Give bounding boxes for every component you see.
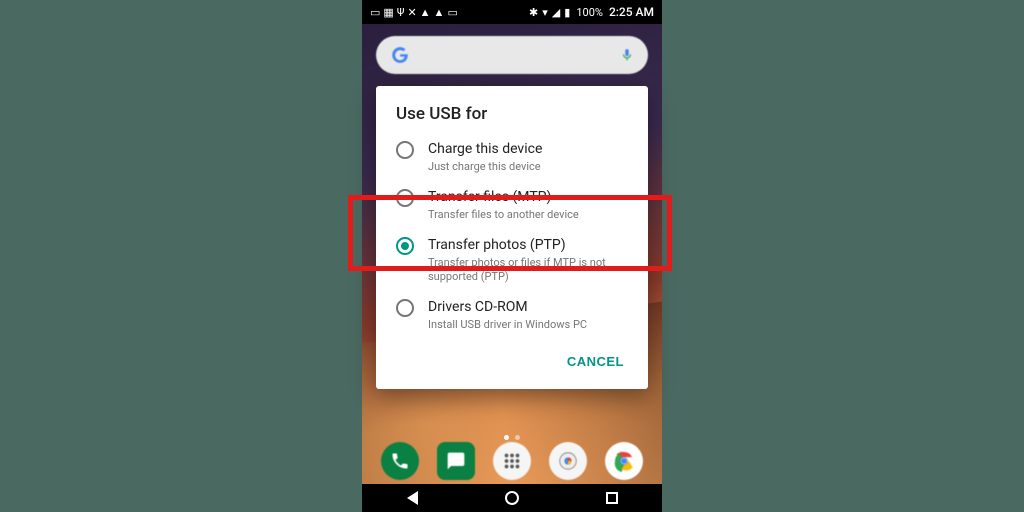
radio-icon-checked <box>396 237 414 255</box>
status-left-icons: ▭ ▦ Ψ ✕ ▲ ▲ ▭ <box>370 0 458 24</box>
option-label: Charge this device <box>428 140 628 158</box>
bluetooth-icon: ✱ <box>529 6 538 19</box>
app-drawer-icon[interactable] <box>493 442 531 480</box>
status-clock: 2:25 AM <box>609 5 654 19</box>
option-desc: Transfer photos or files if MTP is not s… <box>428 256 628 284</box>
option-label: Transfer photos (PTP) <box>428 236 628 254</box>
nav-bar <box>362 484 662 512</box>
battery-icon: ▮ <box>564 6 570 19</box>
usb-icon: Ψ <box>397 6 405 19</box>
radio-icon <box>396 189 414 207</box>
nav-icon: ▲ <box>420 6 431 19</box>
wifi-icon: ▾ <box>542 6 548 19</box>
camera-app-icon[interactable] <box>549 442 587 480</box>
recent-button[interactable] <box>582 484 642 512</box>
cancel-button[interactable]: CANCEL <box>557 346 634 377</box>
google-logo-icon <box>390 45 410 65</box>
dialog-title: Use USB for <box>376 104 648 132</box>
battery-percent: 100% <box>576 6 603 19</box>
signal-icon: ◢ <box>552 6 560 19</box>
calendar-icon: ▦ <box>383 6 393 19</box>
tools-icon: ✕ <box>407 6 416 19</box>
notification-icon: ▭ <box>370 6 380 19</box>
option-mtp[interactable]: Transfer files (MTP) Transfer files to a… <box>376 180 648 228</box>
mic-icon[interactable] <box>620 46 634 64</box>
dialog-actions: CANCEL <box>376 338 648 381</box>
option-label: Transfer files (MTP) <box>428 188 628 206</box>
option-desc: Just charge this device <box>428 160 628 174</box>
radio-icon <box>396 141 414 159</box>
phone-frame: ▭ ▦ Ψ ✕ ▲ ▲ ▭ ✱ ▾ ◢ ▮ 100% 2:25 AM Use U… <box>362 0 662 512</box>
option-label: Drivers CD-ROM <box>428 298 628 316</box>
option-cdrom[interactable]: Drivers CD-ROM Install USB driver in Win… <box>376 290 648 338</box>
back-button[interactable] <box>382 484 442 512</box>
page-indicator <box>362 435 662 440</box>
chrome-app-icon[interactable] <box>605 442 643 480</box>
warning-icon: ▲ <box>434 6 445 19</box>
option-desc: Transfer files to another device <box>428 208 628 222</box>
option-desc: Install USB driver in Windows PC <box>428 318 628 332</box>
card-icon: ▭ <box>447 6 457 19</box>
page-dot <box>504 435 509 440</box>
radio-icon <box>396 299 414 317</box>
phone-app-icon[interactable] <box>381 442 419 480</box>
google-search-bar[interactable] <box>376 36 648 74</box>
option-charge[interactable]: Charge this device Just charge this devi… <box>376 132 648 180</box>
usb-dialog: Use USB for Charge this device Just char… <box>376 86 648 389</box>
option-ptp[interactable]: Transfer photos (PTP) Transfer photos or… <box>376 228 648 290</box>
home-button[interactable] <box>482 484 542 512</box>
status-bar: ▭ ▦ Ψ ✕ ▲ ▲ ▭ ✱ ▾ ◢ ▮ 100% 2:25 AM <box>362 0 662 24</box>
dock <box>362 442 662 480</box>
messages-app-icon[interactable] <box>437 442 475 480</box>
page-dot <box>515 435 520 440</box>
